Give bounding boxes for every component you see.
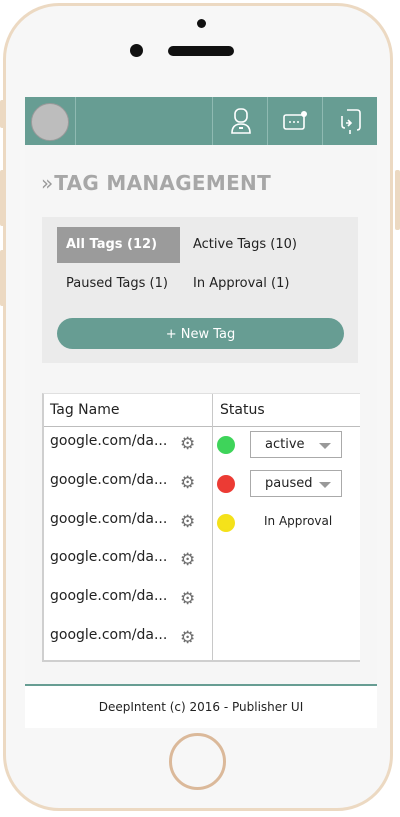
avatar[interactable]	[31, 103, 69, 141]
filter-panel: All Tags (12) Active Tags (10) Paused Ta…	[42, 217, 358, 363]
filter-label: In Approval	[193, 276, 267, 291]
status-cell: In Approval	[217, 509, 360, 543]
table-row[interactable]: google.com/da... ⚙	[50, 621, 208, 655]
filter-active-tags[interactable]: Active Tags (10)	[193, 227, 297, 263]
tags-table: Tag Name Status google.com/da... ⚙ active g…	[42, 393, 360, 662]
column-header-status: Status	[220, 402, 265, 418]
table-row[interactable]: google.com/da... ⚙	[50, 543, 208, 577]
logout-icon	[340, 109, 361, 134]
filter-count: (1)	[149, 276, 168, 291]
table-row[interactable]: google.com/da... ⚙	[50, 427, 208, 461]
filter-label: Paused Tags	[66, 276, 146, 291]
filter-in-approval[interactable]: In Approval (1)	[193, 266, 289, 302]
status-dropdown[interactable]: paused	[250, 469, 342, 497]
gear-icon[interactable]: ⚙	[180, 552, 195, 569]
column-header-tag-name: Tag Name	[50, 402, 120, 418]
filter-count: (10)	[270, 237, 297, 252]
tag-name: google.com/da...	[50, 627, 168, 643]
status-cell: active	[217, 431, 360, 465]
tag-name: google.com/da...	[50, 588, 168, 605]
message-icon	[282, 111, 307, 130]
table-bottom-border	[44, 660, 360, 662]
phone-camera	[130, 44, 143, 57]
page-title: TAG MANAGEMENT	[54, 171, 272, 195]
status-text: In Approval	[264, 513, 333, 528]
footer: DeepIntent (c) 2016 - Publisher UI	[25, 686, 377, 728]
filter-all-tags[interactable]: All Tags (12)	[57, 227, 180, 263]
status-dropdown-value: paused	[265, 475, 313, 491]
chevron-down-icon	[319, 481, 331, 488]
gear-icon[interactable]: ⚙	[180, 591, 195, 608]
gear-icon[interactable]: ⚙	[180, 630, 195, 647]
status-dropdown[interactable]: active	[250, 431, 342, 458]
phone-speaker	[168, 46, 234, 56]
filter-label: All Tags	[66, 237, 123, 252]
phone-home-button[interactable]	[169, 733, 226, 790]
phone-sensor	[197, 19, 206, 28]
status-dot	[217, 474, 235, 493]
status-dropdown-value: active	[265, 437, 305, 452]
tag-name: google.com/da...	[50, 510, 168, 527]
profile-button[interactable]	[212, 97, 268, 145]
status-dot	[217, 436, 235, 454]
gear-icon[interactable]: ⚙	[180, 474, 195, 492]
messages-button[interactable]	[267, 97, 323, 145]
tag-name: google.com/da...	[50, 433, 168, 449]
phone-side-button	[395, 170, 400, 230]
top-bar	[25, 97, 377, 145]
filter-label: Active Tags	[193, 237, 267, 252]
gear-icon[interactable]: ⚙	[180, 436, 195, 453]
phone-side-button	[0, 100, 5, 128]
filter-count: (12)	[127, 237, 158, 252]
table-row[interactable]: google.com/da... ⚙	[50, 505, 208, 539]
column-divider	[212, 394, 213, 662]
tag-name: google.com/da...	[50, 471, 168, 488]
filter-count: (1)	[271, 276, 290, 291]
chevron-down-icon	[319, 443, 331, 449]
page-heading: » TAG MANAGEMENT	[41, 169, 271, 197]
double-chevron-right-icon: »	[41, 171, 53, 195]
tag-name: google.com/da...	[50, 549, 168, 566]
new-tag-button[interactable]: + New Tag	[57, 318, 344, 349]
status-dot	[217, 513, 235, 532]
avatar-cell[interactable]	[25, 97, 76, 145]
filter-paused-tags[interactable]: Paused Tags (1)	[66, 266, 168, 302]
app-screen: » TAG MANAGEMENT All Tags (12) Active Ta…	[25, 97, 377, 728]
status-cell: paused	[217, 469, 360, 504]
gear-icon[interactable]: ⚙	[180, 513, 195, 531]
phone-side-button	[0, 170, 5, 226]
user-icon	[230, 108, 251, 134]
table-row[interactable]: google.com/da... ⚙	[50, 582, 208, 616]
phone-side-button	[0, 250, 5, 306]
logout-button[interactable]	[322, 97, 377, 145]
table-row[interactable]: google.com/da... ⚙	[50, 466, 208, 500]
